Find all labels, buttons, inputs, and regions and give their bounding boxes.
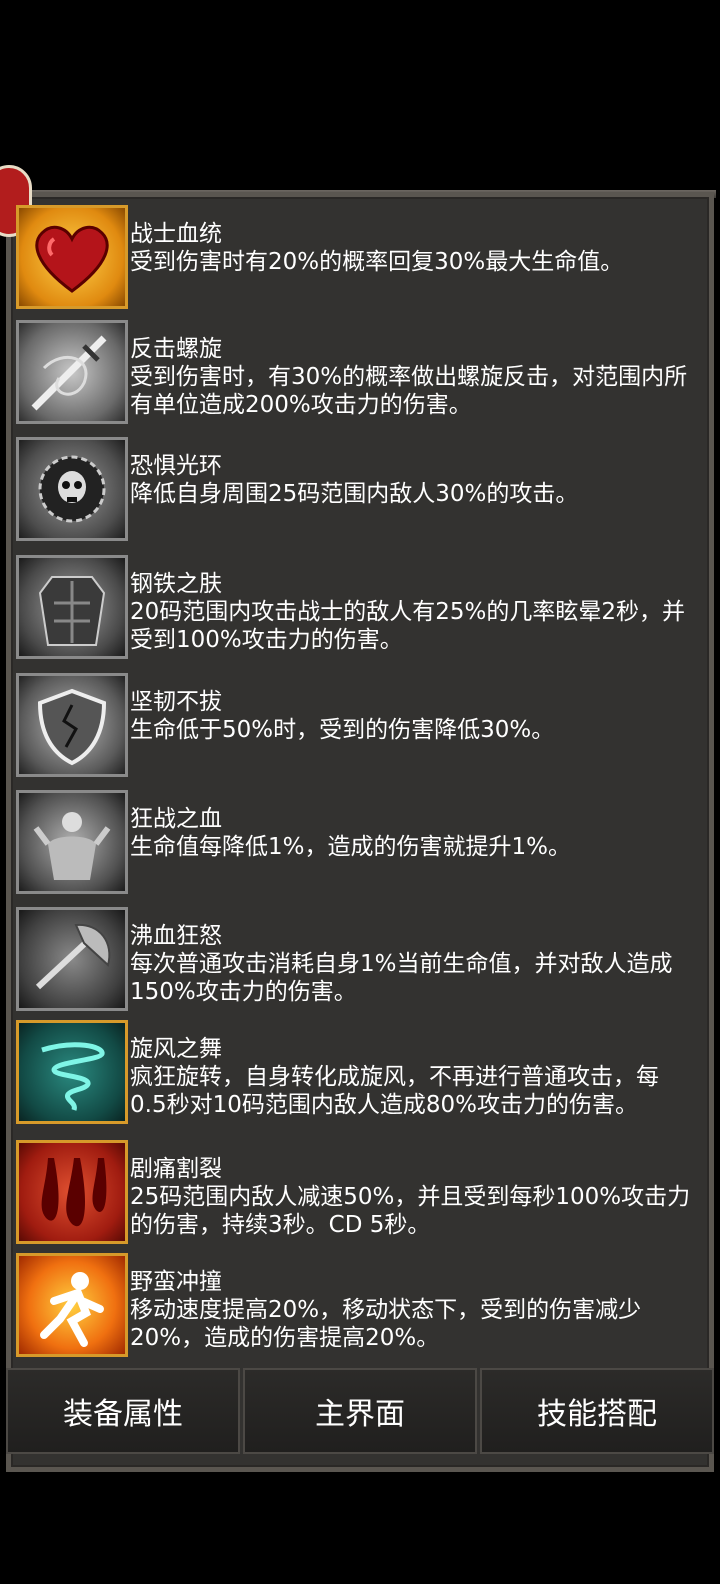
skill-title: 坚韧不拔 bbox=[130, 689, 222, 715]
cracked-shield-icon bbox=[16, 673, 128, 777]
skill-description: 移动速度提高20%，移动状态下，受到的伤害减少20%，造成的伤害提高20%。 bbox=[130, 1297, 642, 1351]
skill-title: 钢铁之肤 bbox=[130, 571, 222, 597]
skill-description: 生命值每降低1%，造成的伤害就提升1%。 bbox=[130, 834, 571, 860]
skill-item-berserker-blood[interactable]: 狂战之血 生命值每降低1%，造成的伤害就提升1%。 bbox=[16, 790, 706, 902]
heart-icon bbox=[16, 205, 128, 309]
skill-description: 疯狂旋转，自身转化成旋风，不再进行普通攻击，每0.5秒对10码范围内敌人造成80… bbox=[130, 1064, 659, 1118]
skill-title: 反击螺旋 bbox=[130, 336, 222, 362]
skill-description: 降低自身周围25码范围内敌人30%的攻击。 bbox=[130, 481, 579, 507]
skill-title: 战士血统 bbox=[130, 221, 222, 247]
skill-item-boiling-rage[interactable]: 沸血狂怒 每次普通攻击消耗自身1%当前生命值，并对敌人造成150%攻击力的伤害。 bbox=[16, 907, 706, 1019]
skill-title: 剧痛割裂 bbox=[130, 1156, 222, 1182]
skill-item-fear-aura[interactable]: 恐惧光环 降低自身周围25码范围内敌人30%的攻击。 bbox=[16, 437, 706, 549]
berserker-icon bbox=[16, 790, 128, 894]
spiral-sword-icon bbox=[16, 320, 128, 424]
skill-description: 25码范围内敌人减速50%，并且受到每秒100%攻击力的伤害，持续3秒。CD 5… bbox=[130, 1184, 691, 1238]
skill-item-whirlwind-dance[interactable]: 旋风之舞 疯狂旋转，自身转化成旋风，不再进行普通攻击，每0.5秒对10码范围内敌… bbox=[16, 1020, 706, 1132]
skill-item-agonizing-rend[interactable]: 剧痛割裂 25码范围内敌人减速50%，并且受到每秒100%攻击力的伤害，持续3秒… bbox=[16, 1140, 706, 1252]
skull-aura-icon bbox=[16, 437, 128, 541]
armored-torso-icon bbox=[16, 555, 128, 659]
skill-title: 野蛮冲撞 bbox=[130, 1269, 222, 1295]
skill-item-perseverance[interactable]: 坚韧不拔 生命低于50%时，受到的伤害降低30%。 bbox=[16, 673, 706, 785]
blood-drops-icon bbox=[16, 1140, 128, 1244]
charging-man-icon bbox=[16, 1253, 128, 1357]
skill-title: 沸血狂怒 bbox=[130, 923, 222, 949]
whirlwind-icon bbox=[16, 1020, 128, 1124]
skill-description: 20码范围内攻击战士的敌人有25%的几率眩晕2秒，并受到100%攻击力的伤害。 bbox=[130, 599, 686, 653]
skill-description: 受到伤害时有20%的概率回复30%最大生命值。 bbox=[130, 249, 624, 275]
skill-title: 旋风之舞 bbox=[130, 1036, 222, 1062]
tab-skill-loadout[interactable]: 技能搭配 bbox=[480, 1368, 714, 1454]
skill-item-iron-skin[interactable]: 钢铁之肤 20码范围内攻击战士的敌人有25%的几率眩晕2秒，并受到100%攻击力… bbox=[16, 555, 706, 667]
skill-description: 每次普通攻击消耗自身1%当前生命值，并对敌人造成150%攻击力的伤害。 bbox=[130, 951, 673, 1005]
skill-title: 恐惧光环 bbox=[130, 453, 222, 479]
bottom-tab-bar: 装备属性 主界面 技能搭配 bbox=[6, 1368, 714, 1458]
skill-description: 生命低于50%时，受到的伤害降低30%。 bbox=[130, 717, 555, 743]
skill-description: 受到伤害时，有30%的概率做出螺旋反击，对范围内所有单位造成200%攻击力的伤害… bbox=[130, 364, 688, 418]
skill-title: 狂战之血 bbox=[130, 806, 222, 832]
skill-item-counter-spiral[interactable]: 反击螺旋 受到伤害时，有30%的概率做出螺旋反击，对范围内所有单位造成200%攻… bbox=[16, 320, 706, 432]
skill-item-warrior-bloodline[interactable]: 战士血统 受到伤害时有20%的概率回复30%最大生命值。 bbox=[16, 205, 706, 317]
skill-item-savage-charge[interactable]: 野蛮冲撞 移动速度提高20%，移动状态下，受到的伤害减少20%，造成的伤害提高2… bbox=[16, 1253, 706, 1365]
tab-equipment-attributes[interactable]: 装备属性 bbox=[6, 1368, 240, 1454]
tab-main-screen[interactable]: 主界面 bbox=[243, 1368, 477, 1454]
axe-icon bbox=[16, 907, 128, 1011]
